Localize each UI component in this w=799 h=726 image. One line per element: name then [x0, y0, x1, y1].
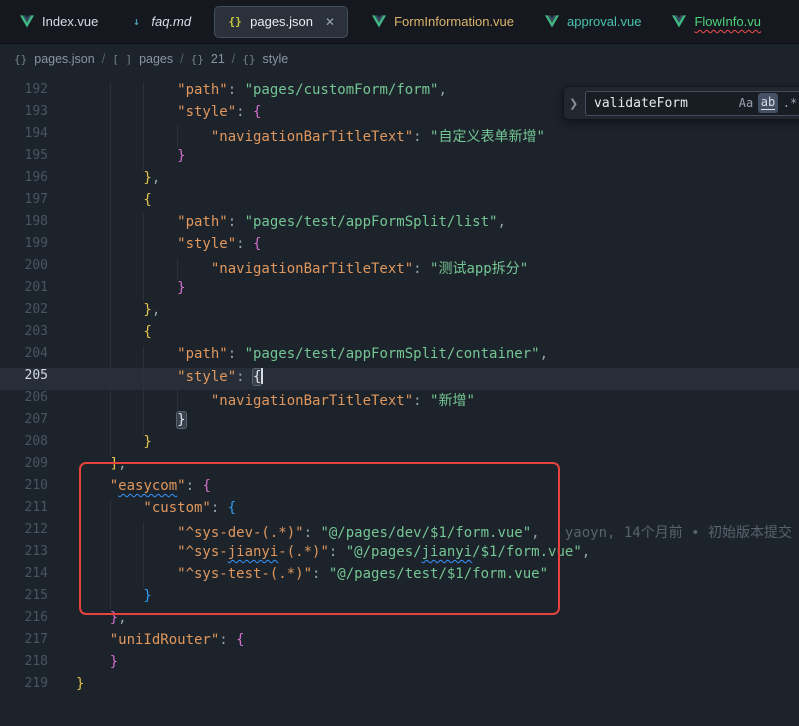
line-number[interactable]: 199 — [0, 236, 48, 251]
line-number[interactable]: 214 — [0, 566, 48, 581]
breadcrumb-separator: / — [232, 52, 235, 66]
tab-label: FlowInfo.vu — [694, 14, 760, 29]
vue-icon — [19, 15, 35, 28]
breadcrumb-separator: / — [102, 52, 105, 66]
code-line-200[interactable]: 200 "navigationBarTitleText": "测试app拆分" — [0, 258, 799, 280]
code-line-203[interactable]: 203 { — [0, 324, 799, 346]
tab-pages-json[interactable]: {} pages.json ✕ — [214, 6, 348, 38]
line-number[interactable]: 200 — [0, 258, 48, 273]
tab-label: faq.md — [151, 14, 191, 29]
tab-label: FormInformation.vue — [394, 14, 514, 29]
line-number[interactable]: 195 — [0, 148, 48, 163]
code-line-219[interactable]: 219} — [0, 676, 799, 698]
tab-faq-md[interactable]: ↓ faq.md — [113, 0, 206, 44]
code-line-213[interactable]: 213 "^sys-jianyi-(.*)": "@/pages/jianyi/… — [0, 544, 799, 566]
code-line-210[interactable]: 210 "easycom": { — [0, 478, 799, 500]
tab-label: Index.vue — [42, 14, 98, 29]
breadcrumb-item[interactable]: 21 — [211, 52, 225, 66]
line-number[interactable]: 217 — [0, 632, 48, 647]
line-number[interactable]: 208 — [0, 434, 48, 449]
search-input-value: validateForm — [594, 96, 734, 111]
code-line-201[interactable]: 201 } — [0, 280, 799, 302]
vue-icon — [544, 15, 560, 28]
object-icon: {} — [242, 53, 255, 66]
line-number[interactable]: 209 — [0, 456, 48, 471]
code-line-198[interactable]: 198 "path": "pages/test/appFormSplit/lis… — [0, 214, 799, 236]
vue-icon — [671, 15, 687, 28]
code-line-209[interactable]: 209 ], — [0, 456, 799, 478]
line-number[interactable]: 213 — [0, 544, 48, 559]
line-number[interactable]: 207 — [0, 412, 48, 427]
toggle-replace-chevron-icon[interactable]: ❯ — [569, 97, 580, 110]
code-line-204[interactable]: 204 "path": "pages/test/appFormSplit/con… — [0, 346, 799, 368]
line-number[interactable]: 198 — [0, 214, 48, 229]
code-line-197[interactable]: 197 { — [0, 192, 799, 214]
code-line-196[interactable]: 196 }, — [0, 170, 799, 192]
line-number[interactable]: 204 — [0, 346, 48, 361]
tab-flowinfo-vu[interactable]: FlowInfo.vu — [656, 0, 775, 44]
code-line-215[interactable]: 215 } — [0, 588, 799, 610]
vscode-window: Index.vue ↓ faq.md {} pages.json ✕ FormInforma… — [0, 0, 799, 726]
line-number[interactable]: 205 — [0, 368, 48, 383]
line-number[interactable]: 211 — [0, 500, 48, 515]
json-icon: {} — [227, 15, 243, 28]
find-widget: ❯ validateForm Aa ab .* — [563, 86, 799, 120]
code-line-214[interactable]: 214 "^sys-test-(.*)": "@/pages/test/$1/f… — [0, 566, 799, 588]
code-line-212[interactable]: 212 "^sys-dev-(.*)": "@/pages/dev/$1/for… — [0, 522, 799, 544]
code-line-205[interactable]: 205 "style": { — [0, 368, 799, 390]
breadcrumb-item[interactable]: pages.json — [34, 52, 94, 66]
whole-word-button[interactable]: ab — [758, 93, 778, 113]
code-line-218[interactable]: 218 } — [0, 654, 799, 676]
match-case-button[interactable]: Aa — [736, 93, 756, 113]
tab-index-vue[interactable]: Index.vue — [4, 0, 113, 44]
code-line-194[interactable]: 194 "navigationBarTitleText": "自定义表单新增" — [0, 126, 799, 148]
tab-label: pages.json — [250, 14, 313, 29]
code-line-216[interactable]: 216 }, — [0, 610, 799, 632]
breadcrumb-item[interactable]: pages — [139, 52, 173, 66]
line-number[interactable]: 212 — [0, 522, 48, 537]
line-number[interactable]: 202 — [0, 302, 48, 317]
line-number[interactable]: 219 — [0, 676, 48, 691]
breadcrumb-separator: / — [180, 52, 183, 66]
tab-approval-vue[interactable]: approval.vue — [529, 0, 656, 44]
line-number[interactable]: 192 — [0, 82, 48, 97]
code-line-208[interactable]: 208 } — [0, 434, 799, 456]
line-number[interactable]: 218 — [0, 654, 48, 669]
text-cursor — [261, 368, 263, 384]
search-input[interactable]: validateForm Aa ab .* — [585, 91, 799, 116]
breadcrumb-item[interactable]: style — [263, 52, 289, 66]
line-number[interactable]: 194 — [0, 126, 48, 141]
line-number[interactable]: 215 — [0, 588, 48, 603]
line-number[interactable]: 197 — [0, 192, 48, 207]
code-line-206[interactable]: 206 "navigationBarTitleText": "新增" — [0, 390, 799, 412]
line-number[interactable]: 203 — [0, 324, 48, 339]
line-number[interactable]: 201 — [0, 280, 48, 295]
tab-bar: Index.vue ↓ faq.md {} pages.json ✕ FormInforma… — [0, 0, 799, 44]
json-object-icon: {} — [14, 53, 27, 66]
whole-word-label: ab — [761, 96, 775, 110]
code-line-207[interactable]: 207 } — [0, 412, 799, 434]
code-line-217[interactable]: 217 "uniIdRouter": { — [0, 632, 799, 654]
close-icon[interactable]: ✕ — [325, 15, 335, 29]
regex-button[interactable]: .* — [780, 93, 799, 113]
vue-icon — [371, 15, 387, 28]
tab-label: approval.vue — [567, 14, 641, 29]
code-line-211[interactable]: 211 "custom": { — [0, 500, 799, 522]
object-icon: {} — [191, 53, 204, 66]
line-number[interactable]: 216 — [0, 610, 48, 625]
line-number[interactable]: 206 — [0, 390, 48, 405]
line-number[interactable]: 193 — [0, 104, 48, 119]
code-line-199[interactable]: 199 "style": { — [0, 236, 799, 258]
tab-forminformation-vue[interactable]: FormInformation.vue — [356, 0, 529, 44]
array-icon: [ ] — [112, 53, 132, 66]
editor[interactable]: 192 "path": "pages/customForm/form",193 … — [0, 74, 799, 726]
breadcrumb: {} pages.json / [ ] pages / {} 21 / {} style — [0, 44, 799, 74]
line-number[interactable]: 196 — [0, 170, 48, 185]
code-line-195[interactable]: 195 } — [0, 148, 799, 170]
markdown-icon: ↓ — [128, 15, 144, 28]
line-number[interactable]: 210 — [0, 478, 48, 493]
code-line-202[interactable]: 202 }, — [0, 302, 799, 324]
code-area[interactable]: 192 "path": "pages/customForm/form",193 … — [0, 74, 799, 726]
